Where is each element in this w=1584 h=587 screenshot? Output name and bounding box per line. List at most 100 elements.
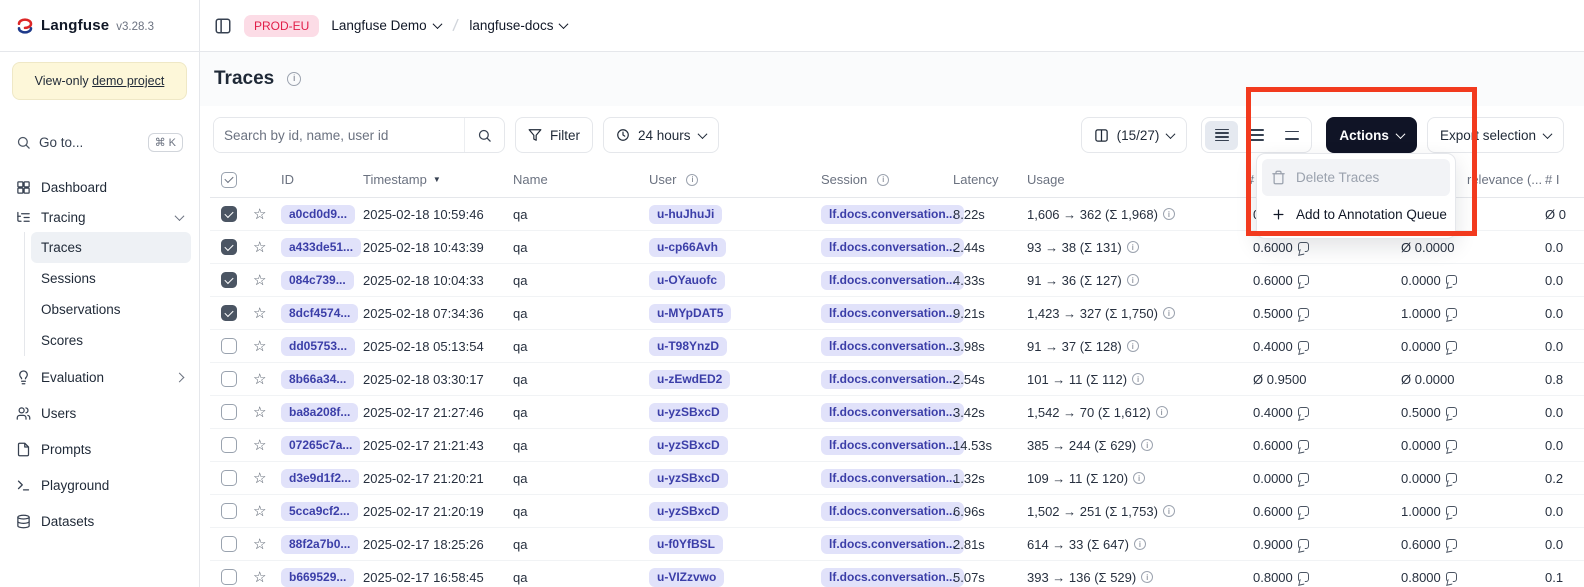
trace-id-badge[interactable]: dd05753... bbox=[281, 337, 355, 356]
trace-id-badge[interactable]: 5cca9cf2... bbox=[281, 502, 358, 521]
user-badge[interactable]: u-cp66Avh bbox=[649, 238, 726, 257]
session-badge[interactable]: lf.docs.conversation... bbox=[821, 469, 964, 488]
session-badge[interactable]: lf.docs.conversation... bbox=[821, 205, 964, 224]
row-checkbox[interactable] bbox=[221, 437, 237, 453]
row-checkbox[interactable] bbox=[221, 404, 237, 420]
user-badge[interactable]: u-VIZzvwo bbox=[649, 568, 724, 587]
session-badge[interactable]: lf.docs.conversation... bbox=[821, 403, 964, 422]
row-checkbox[interactable] bbox=[221, 470, 237, 486]
export-selection-button[interactable]: Export selection bbox=[1427, 117, 1564, 153]
col-header-timestamp[interactable]: Timestamp▼ bbox=[356, 172, 506, 187]
session-badge[interactable]: lf.docs.conversation... bbox=[821, 502, 964, 521]
table-row[interactable]: ☆07265c7a...2025-02-17 21:21:43qau-yzSBx… bbox=[210, 429, 1584, 462]
sidebar-item-traces[interactable]: Traces bbox=[31, 232, 191, 263]
trace-id-badge[interactable]: b669529... bbox=[281, 568, 354, 587]
row-height-medium-button[interactable] bbox=[1240, 121, 1273, 150]
row-checkbox[interactable] bbox=[221, 536, 237, 552]
info-icon[interactable]: i bbox=[287, 72, 301, 86]
trace-id-badge[interactable]: ba8a208f... bbox=[281, 403, 358, 422]
search-input[interactable] bbox=[214, 118, 464, 152]
user-badge[interactable]: u-MYpDAT5 bbox=[649, 304, 731, 323]
table-row[interactable]: ☆8dcf4574...2025-02-18 07:34:36qau-MYpDA… bbox=[210, 297, 1584, 330]
goto-search[interactable]: Go to... ⌘ K bbox=[12, 126, 187, 158]
row-checkbox[interactable] bbox=[221, 503, 237, 519]
col-header-relevance[interactable]: relevance (... bbox=[1460, 172, 1538, 187]
sidebar-item-playground[interactable]: Playground bbox=[8, 470, 191, 500]
row-checkbox[interactable] bbox=[221, 305, 237, 321]
row-checkbox[interactable] bbox=[221, 338, 237, 354]
select-all-checkbox[interactable] bbox=[221, 172, 237, 188]
sidebar-item-datasets[interactable]: Datasets bbox=[8, 506, 191, 536]
session-badge[interactable]: lf.docs.conversation... bbox=[821, 568, 964, 587]
trace-id-badge[interactable]: 07265c7a... bbox=[281, 436, 360, 455]
user-badge[interactable]: u-yzSBxcD bbox=[649, 403, 728, 422]
trace-id-badge[interactable]: 8b66a34... bbox=[281, 370, 354, 389]
row-checkbox[interactable] bbox=[221, 371, 237, 387]
star-icon[interactable]: ☆ bbox=[253, 337, 266, 355]
col-header-user[interactable]: Useri bbox=[642, 172, 814, 187]
menu-item-add-to-annotation-queue[interactable]: Add to Annotation Queue bbox=[1262, 196, 1450, 233]
session-badge[interactable]: lf.docs.conversation... bbox=[821, 370, 964, 389]
star-icon[interactable]: ☆ bbox=[253, 469, 266, 487]
col-header-latency[interactable]: Latency bbox=[946, 172, 1020, 187]
star-icon[interactable]: ☆ bbox=[253, 370, 266, 388]
sidebar-item-sessions[interactable]: Sessions bbox=[31, 263, 191, 294]
star-icon[interactable]: ☆ bbox=[253, 535, 266, 553]
table-row[interactable]: ☆88f2a7b0...2025-02-17 18:25:26qau-f0YfB… bbox=[210, 528, 1584, 561]
sidebar-item-users[interactable]: Users bbox=[8, 398, 191, 428]
breadcrumb-org[interactable]: Langfuse Demo bbox=[331, 18, 440, 33]
star-icon[interactable]: ☆ bbox=[253, 205, 266, 223]
table-row[interactable]: ☆dd05753...2025-02-18 05:13:54qau-T98Ynz… bbox=[210, 330, 1584, 363]
user-badge[interactable]: u-OYauofc bbox=[649, 271, 725, 290]
row-checkbox[interactable] bbox=[221, 272, 237, 288]
trace-id-badge[interactable]: d3e9d1f2... bbox=[281, 469, 359, 488]
col-header-session[interactable]: Sessioni bbox=[814, 172, 946, 187]
session-badge[interactable]: lf.docs.conversation... bbox=[821, 271, 964, 290]
user-badge[interactable]: u-yzSBxcD bbox=[649, 469, 728, 488]
time-range-button[interactable]: 24 hours bbox=[603, 117, 719, 153]
actions-button[interactable]: Actions bbox=[1326, 117, 1417, 153]
star-icon[interactable]: ☆ bbox=[253, 271, 266, 289]
sidebar-item-evaluation[interactable]: Evaluation bbox=[8, 362, 191, 392]
user-badge[interactable]: u-f0YfBSL bbox=[649, 535, 723, 554]
session-badge[interactable]: lf.docs.conversation... bbox=[821, 337, 964, 356]
row-checkbox[interactable] bbox=[221, 206, 237, 222]
session-badge[interactable]: lf.docs.conversation... bbox=[821, 304, 964, 323]
sidebar-item-observations[interactable]: Observations bbox=[31, 294, 191, 325]
trace-id-badge[interactable]: 084c739... bbox=[281, 271, 354, 290]
table-row[interactable]: ☆8b66a34...2025-02-18 03:30:17qau-zEwdED… bbox=[210, 363, 1584, 396]
col-header-id[interactable]: ID bbox=[274, 172, 356, 187]
star-icon[interactable]: ☆ bbox=[253, 238, 266, 256]
column-visibility-button[interactable]: (15/27) bbox=[1081, 117, 1188, 153]
sidebar-item-dashboard[interactable]: Dashboard bbox=[8, 172, 191, 202]
user-badge[interactable]: u-huJhuJi bbox=[649, 205, 722, 224]
table-row[interactable]: ☆084c739...2025-02-18 10:04:33qau-OYauof… bbox=[210, 264, 1584, 297]
col-header-extra[interactable]: # I bbox=[1538, 172, 1584, 187]
search-submit-button[interactable] bbox=[464, 118, 504, 152]
star-icon[interactable]: ☆ bbox=[253, 568, 266, 586]
table-row[interactable]: ☆5cca9cf2...2025-02-17 21:20:19qau-yzSBx… bbox=[210, 495, 1584, 528]
table-row[interactable]: ☆b669529...2025-02-17 16:58:45qau-VIZzvw… bbox=[210, 561, 1584, 587]
sidebar-item-tracing[interactable]: Tracing bbox=[8, 202, 191, 232]
filter-button[interactable]: Filter bbox=[515, 117, 593, 153]
table-row[interactable]: ☆d3e9d1f2...2025-02-17 21:20:21qau-yzSBx… bbox=[210, 462, 1584, 495]
session-badge[interactable]: lf.docs.conversation... bbox=[821, 535, 964, 554]
session-badge[interactable]: lf.docs.conversation... bbox=[821, 238, 964, 257]
env-badge[interactable]: PROD-EU bbox=[244, 15, 319, 37]
demo-project-link[interactable]: demo project bbox=[92, 74, 164, 88]
sidebar-item-prompts[interactable]: Prompts bbox=[8, 434, 191, 464]
trace-id-badge[interactable]: 8dcf4574... bbox=[281, 304, 358, 323]
table-row[interactable]: ☆ba8a208f...2025-02-17 21:27:46qau-yzSBx… bbox=[210, 396, 1584, 429]
star-icon[interactable]: ☆ bbox=[253, 502, 266, 520]
star-icon[interactable]: ☆ bbox=[253, 304, 266, 322]
col-header-usage[interactable]: Usage bbox=[1020, 172, 1243, 187]
star-icon[interactable]: ☆ bbox=[253, 403, 266, 421]
session-badge[interactable]: lf.docs.conversation... bbox=[821, 436, 964, 455]
col-header-select[interactable] bbox=[210, 172, 246, 188]
trace-id-badge[interactable]: a433de51... bbox=[281, 238, 361, 257]
user-badge[interactable]: u-yzSBxcD bbox=[649, 436, 728, 455]
user-badge[interactable]: u-T98YnzD bbox=[649, 337, 727, 356]
trace-id-badge[interactable]: 88f2a7b0... bbox=[281, 535, 358, 554]
row-checkbox[interactable] bbox=[221, 569, 237, 585]
user-badge[interactable]: u-zEwdED2 bbox=[649, 370, 730, 389]
